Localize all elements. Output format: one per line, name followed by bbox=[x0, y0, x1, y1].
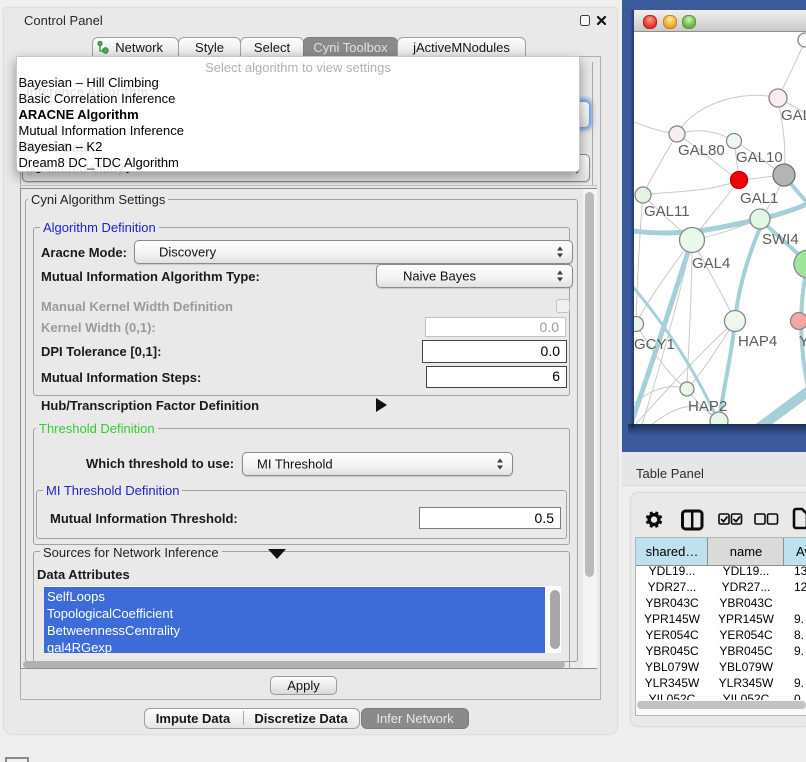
svg-text:GAL1: GAL1 bbox=[740, 190, 778, 207]
svg-text:GAL7: GAL7 bbox=[781, 107, 806, 124]
svg-text:HAP2: HAP2 bbox=[688, 398, 727, 415]
svg-text:GCY1: GCY1 bbox=[634, 336, 675, 353]
svg-text:SWI4: SWI4 bbox=[762, 231, 799, 248]
svg-text:GAL11: GAL11 bbox=[644, 203, 690, 220]
svg-text:YM: YM bbox=[799, 333, 806, 350]
svg-text:GAL4: GAL4 bbox=[692, 255, 730, 272]
svg-text:GAL80: GAL80 bbox=[678, 142, 725, 159]
svg-text:GAL10: GAL10 bbox=[736, 149, 783, 166]
svg-text:HAP4: HAP4 bbox=[738, 333, 777, 350]
